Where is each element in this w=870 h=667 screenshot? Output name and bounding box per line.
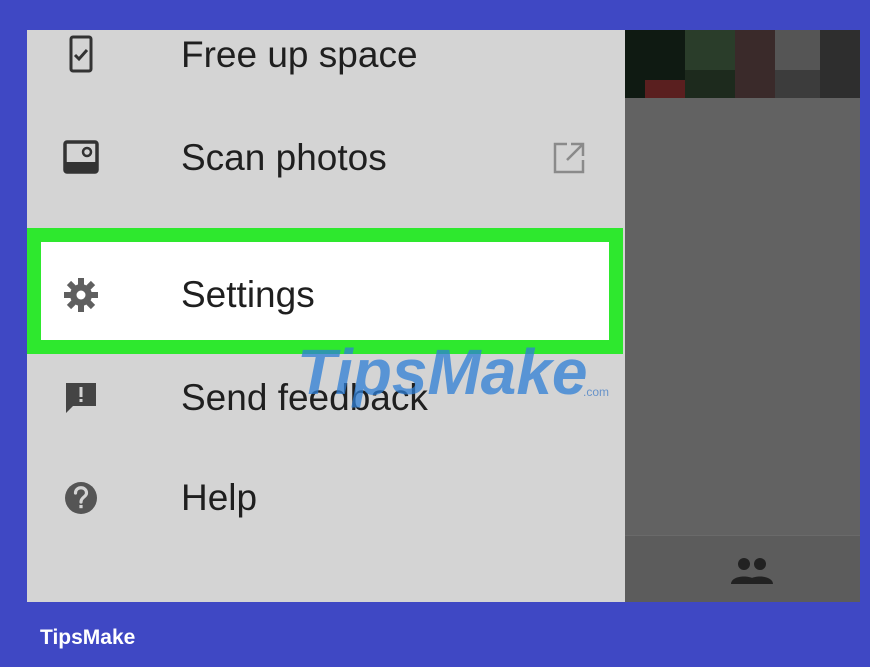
footer-brand: TipsMake — [40, 626, 136, 649]
menu-item-label: Settings — [181, 274, 315, 315]
photo-scan-icon — [63, 140, 99, 174]
menu-item-send-feedback[interactable]: Send feedback — [27, 348, 625, 448]
menu-item-scan-photos[interactable]: Scan photos — [27, 108, 625, 208]
navigation-drawer: Free up space Scan photos Settings Send … — [27, 30, 625, 602]
menu-item-label: Send feedback — [181, 377, 428, 418]
menu-item-label: Free up space — [181, 34, 418, 75]
menu-item-help[interactable]: Help — [27, 448, 625, 548]
gear-icon — [64, 278, 98, 312]
help-icon — [65, 482, 97, 514]
menu-item-label: Help — [181, 477, 258, 518]
bottom-navigation-bar — [625, 535, 860, 602]
feedback-icon — [66, 383, 96, 413]
menu-item-free-up-space[interactable]: Free up space — [27, 30, 625, 105]
menu-item-label: Scan photos — [181, 137, 387, 178]
open-external-icon — [553, 142, 585, 174]
people-icon[interactable] — [729, 556, 775, 586]
menu-item-settings[interactable]: Settings — [27, 245, 625, 345]
phone-screen: Free up space Scan photos Settings Send … — [27, 30, 860, 602]
photo-thumbnail-strip[interactable] — [625, 30, 860, 98]
phone-check-icon — [69, 35, 93, 73]
